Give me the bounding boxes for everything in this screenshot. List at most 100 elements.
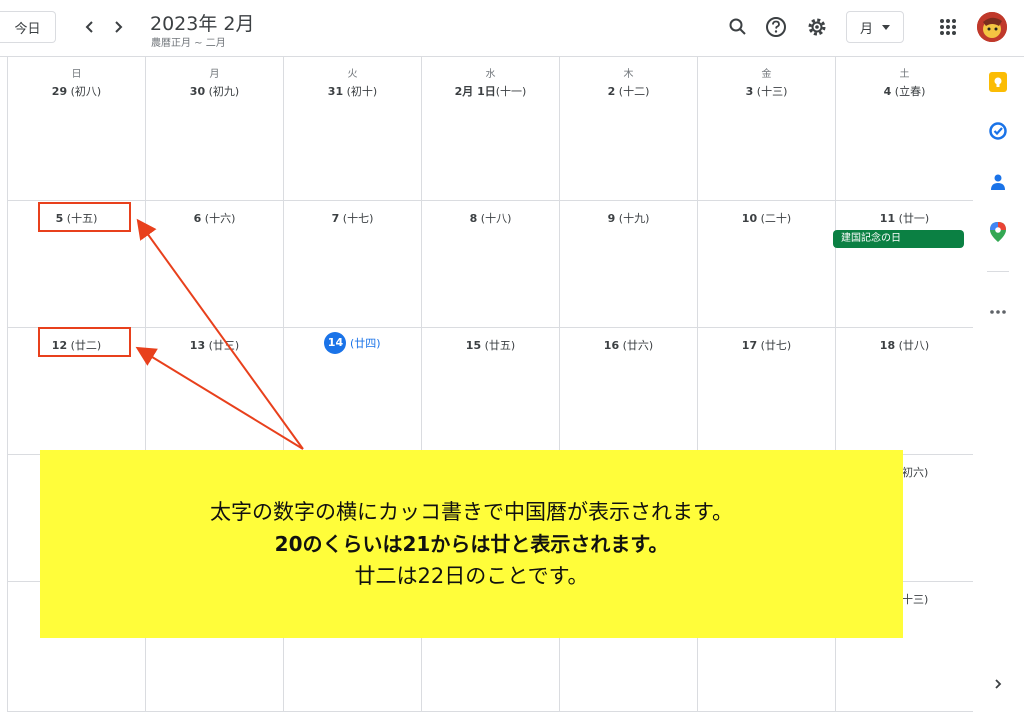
annotation-line-2: 20のくらいは21からは廿と表示されます。	[274, 532, 669, 556]
date-label: 11 (廿一)	[836, 210, 973, 226]
lunar-date: (十二)	[618, 85, 650, 98]
weekday-label: 日	[71, 69, 82, 80]
side-divider	[987, 271, 1009, 272]
day-cell[interactable]: 金 3 (十三)	[698, 57, 836, 201]
day-cell[interactable]: 7 (十七)	[284, 201, 422, 328]
lunar-date: (廿一)	[898, 212, 930, 225]
day-cell[interactable]: 日 29 (初八)	[8, 57, 146, 201]
date-label: 9 (十九)	[560, 210, 697, 226]
date-label: 2月 1日(十一)	[422, 83, 559, 99]
lunar-date-partial: 初六)	[902, 466, 929, 479]
page-title: 2023年 2月	[150, 13, 255, 35]
lunar-date: (十七)	[342, 212, 374, 225]
lunar-date: (廿三)	[208, 339, 240, 352]
search-icon[interactable]	[725, 14, 751, 40]
expand-icon[interactable]	[987, 673, 1009, 695]
date-label: 18 (廿八)	[836, 337, 973, 353]
date-number: 30	[189, 85, 206, 98]
date-number: 9	[607, 212, 616, 225]
date-label: 2 (十二)	[560, 83, 697, 99]
day-cell[interactable]: 土 4 (立春)	[836, 57, 974, 201]
date-label: 17 (廿七)	[698, 337, 835, 353]
date-number: 11	[879, 212, 896, 225]
keep-icon[interactable]	[987, 71, 1009, 93]
weekday-label: 水	[485, 69, 496, 80]
annotation-line-1: 太字の数字の横にカッコ書きで中国暦が表示されます。	[210, 500, 733, 524]
date-label: 13 (廿三)	[146, 337, 283, 353]
day-cell[interactable]: 16 (廿六)	[560, 328, 698, 455]
view-select-label: 月	[860, 21, 874, 37]
lunar-date: (廿八)	[898, 339, 930, 352]
lunar-date: (十一)	[495, 85, 527, 98]
date-number: 18	[879, 339, 896, 352]
lunar-date: (十三)	[756, 85, 788, 98]
chevron-right-icon[interactable]	[103, 12, 133, 42]
maps-icon[interactable]	[987, 221, 1009, 243]
help-icon[interactable]	[763, 14, 789, 40]
date-number: 29	[51, 85, 68, 98]
date-label: 10 (二十)	[698, 210, 835, 226]
day-cell[interactable]: 11 (廿一)	[836, 201, 974, 328]
date-number: 4	[883, 85, 892, 98]
lunar-date: (廿四)	[349, 337, 381, 350]
day-cell[interactable]: 15 (廿五)	[422, 328, 560, 455]
lunar-date: (初十)	[346, 85, 378, 98]
weekday-label: 木	[623, 69, 634, 80]
tasks-icon[interactable]	[987, 120, 1009, 142]
annotation-line-3: 廿二は22日のことです。	[354, 564, 589, 588]
date-label: 6 (十六)	[146, 210, 283, 226]
date-label: 8 (十八)	[422, 210, 559, 226]
lunar-date: (十九)	[618, 212, 650, 225]
date-number: 17	[741, 339, 758, 352]
date-number: 31	[327, 85, 344, 98]
date-label: 7 (十七)	[284, 210, 421, 226]
highlight-box	[38, 327, 131, 357]
caret-down-icon	[882, 25, 890, 30]
today-date-number[interactable]: 14	[324, 332, 347, 354]
date-label: 4 (立春)	[836, 83, 973, 99]
view-select[interactable]: 月	[846, 11, 904, 43]
date-label: 31 (初十)	[284, 83, 421, 99]
day-cell[interactable]: 水 2月 1日(十一)	[422, 57, 560, 201]
apps-icon[interactable]	[935, 14, 961, 40]
lunar-date: (二十)	[760, 212, 792, 225]
date-label: 16 (廿六)	[560, 337, 697, 353]
day-cell[interactable]: 10 (二十)	[698, 201, 836, 328]
lunar-date: (十八)	[480, 212, 512, 225]
day-cell[interactable]: 火 31 (初十)	[284, 57, 422, 201]
lunar-date: (立春)	[894, 85, 926, 98]
day-cell[interactable]: 9 (十九)	[560, 201, 698, 328]
lunar-date: (初九)	[208, 85, 240, 98]
more-icon[interactable]	[987, 301, 1009, 323]
avatar[interactable]	[977, 12, 1007, 42]
date-label: 29 (初八)	[8, 83, 145, 99]
date-number: 15	[465, 339, 482, 352]
day-cell[interactable]: 13 (廿三)	[146, 328, 284, 455]
lunar-date: (廿六)	[622, 339, 654, 352]
date-label: 14 (廿四)	[284, 332, 421, 354]
weekday-label: 土	[899, 69, 910, 80]
date-number: 8	[469, 212, 478, 225]
date-number: 16	[603, 339, 620, 352]
day-cell[interactable]: 17 (廿七)	[698, 328, 836, 455]
day-cell-today[interactable]: 14 (廿四)	[284, 328, 422, 455]
highlight-box	[38, 202, 131, 232]
day-cell[interactable]: 木 2 (十二)	[560, 57, 698, 201]
event-chip[interactable]: 建国記念の日	[833, 230, 964, 248]
day-cell[interactable]: 8 (十八)	[422, 201, 560, 328]
day-cell[interactable]: 18 (廿八)	[836, 328, 974, 455]
settings-icon[interactable]	[804, 14, 830, 40]
date-number: 13	[189, 339, 206, 352]
day-cell[interactable]: 6 (十六)	[146, 201, 284, 328]
day-cell[interactable]: 月 30 (初九)	[146, 57, 284, 201]
today-button[interactable]: 今日	[0, 11, 56, 43]
chevron-left-icon[interactable]	[75, 12, 105, 42]
lunar-date-partial: 十三)	[902, 593, 929, 606]
lunar-date: (十六)	[204, 212, 236, 225]
date-number: 2	[607, 85, 616, 98]
calendar-header: 今日 2023年 2月 農暦正月 ~ 二月 月	[0, 0, 1024, 57]
contacts-icon[interactable]	[987, 171, 1009, 193]
date-label: 3 (十三)	[698, 83, 835, 99]
lunar-date: (初八)	[70, 85, 102, 98]
lunar-month-subtitle: 農暦正月 ~ 二月	[151, 38, 226, 49]
